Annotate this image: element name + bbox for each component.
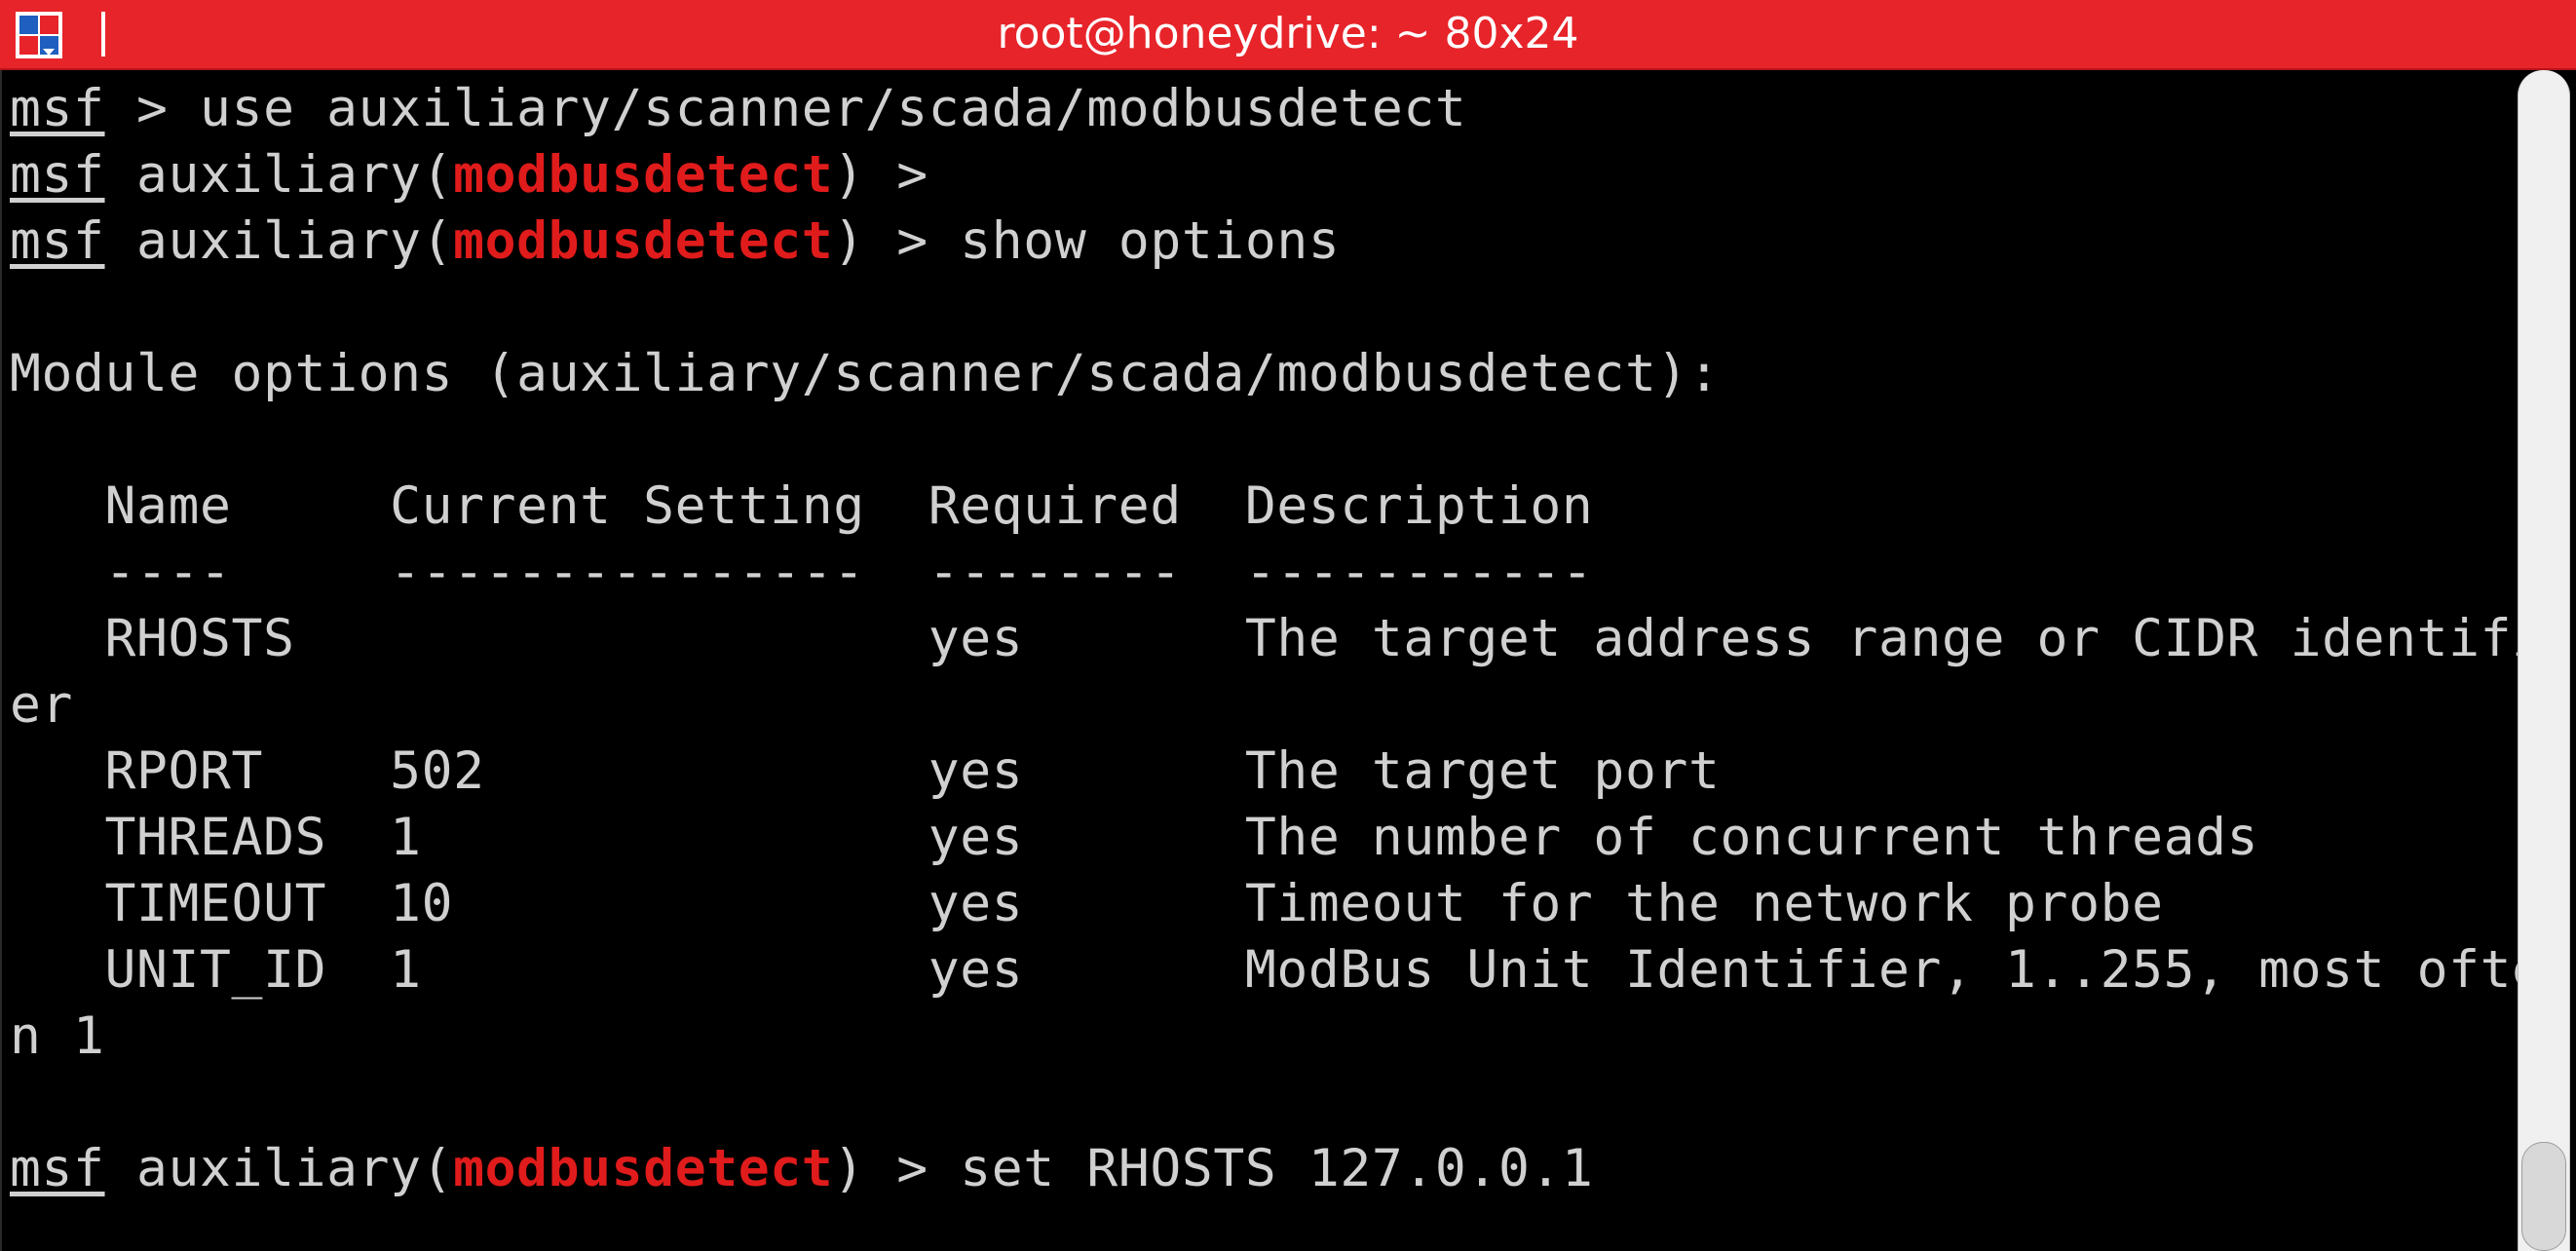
- command-text: show options: [928, 211, 1341, 271]
- terminal-window: root@honeydrive: ~ 80x24 msf > use auxil…: [0, 0, 2576, 1251]
- prompt-suffix: ) >: [833, 1139, 928, 1198]
- prompt-suffix: ) >: [833, 211, 928, 271]
- options-table-header: Name Current Setting Required Descriptio…: [10, 476, 1594, 536]
- scrollbar-track[interactable]: [2518, 70, 2570, 1251]
- terminal-line-last: msf auxiliary(modbusdetect) > set RHOSTS…: [10, 1136, 1593, 1202]
- prompt-suffix: ) >: [833, 145, 928, 205]
- option-row-threads: THREADS 1 yes The number of concurrent t…: [10, 808, 2259, 867]
- msf-prompt: msf: [10, 145, 105, 205]
- prompt-prefix: auxiliary(: [104, 1139, 454, 1198]
- option-row-unit-id: UNIT_ID 1 yes ModBus Unit Identifier, 1.…: [10, 940, 2518, 1000]
- module-name: modbusdetect: [453, 1139, 834, 1198]
- command-text: > use auxiliary/scanner/scada/modbusdete…: [104, 79, 1467, 138]
- scrollbar-thumb[interactable]: [2521, 1142, 2566, 1251]
- msf-prompt: msf: [10, 1139, 105, 1198]
- command-text: set RHOSTS 127.0.0.1: [928, 1139, 1594, 1198]
- option-row-unit-id-wrap: n 1: [10, 1006, 105, 1066]
- terminal-output[interactable]: msf > use auxiliary/scanner/scada/modbus…: [0, 70, 2518, 1251]
- option-row-rhosts-wrap: er: [10, 675, 74, 735]
- msf-prompt: msf: [10, 211, 105, 271]
- option-row-rport: RPORT 502 yes The target port: [10, 741, 1721, 801]
- terminal-line-2: msf auxiliary(modbusdetect) >: [10, 142, 928, 208]
- terminal-line-1: msf > use auxiliary/scanner/scada/modbus…: [10, 76, 1466, 142]
- module-name: modbusdetect: [453, 145, 834, 205]
- msf-prompt: msf: [10, 79, 105, 138]
- prompt-prefix: auxiliary(: [104, 145, 454, 205]
- options-table-rule: ---- --------------- -------- ----------…: [10, 543, 1594, 602]
- window-title: root@honeydrive: ~ 80x24: [997, 9, 1579, 58]
- module-options-heading: Module options (auxiliary/scanner/scada/…: [10, 344, 1721, 403]
- terminal-line-3: msf auxiliary(modbusdetect) > show optio…: [10, 208, 1340, 275]
- module-name: modbusdetect: [453, 211, 834, 271]
- prompt-prefix: auxiliary(: [104, 211, 454, 271]
- title-bar[interactable]: root@honeydrive: ~ 80x24: [0, 0, 2576, 70]
- option-row-rhosts: RHOSTS yes The target address range or C…: [10, 609, 2518, 668]
- option-row-timeout: TIMEOUT 10 yes Timeout for the network p…: [10, 874, 2164, 933]
